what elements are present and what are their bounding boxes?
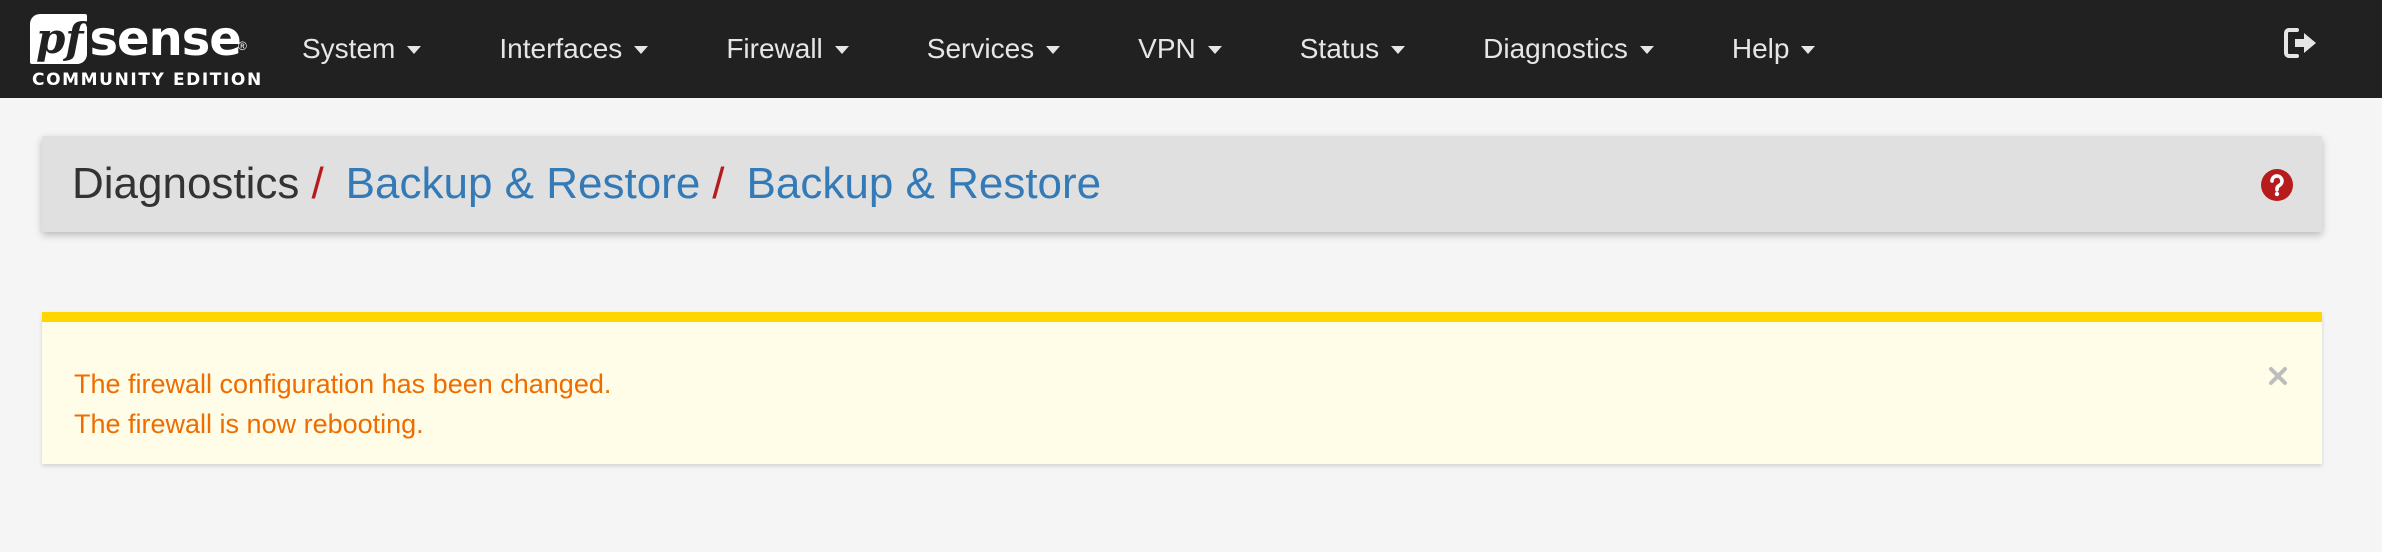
logo-wordmark: pf sense [30,6,242,67]
nav-item-label: Status [1299,33,1380,64]
breadcrumb-separator: / [311,159,324,208]
edition-label: COMMUNITY EDITION [32,70,263,90]
logo-sense: sense [89,11,241,67]
breadcrumb: Diagnostics / Backup & Restore / Backup … [72,136,1101,232]
logo-pf: pf [30,14,88,64]
nav-item-label: System [302,33,396,64]
page-header-panel: Diagnostics / Backup & Restore / Backup … [42,136,2322,232]
breadcrumb-link-backup-restore[interactable]: Backup & Restore [346,159,701,209]
nav-item-label: Interfaces [499,33,623,64]
alert-line: The firewall is now rebooting. [74,409,424,439]
caret-down-icon [1639,46,1654,54]
warning-alert: The firewall configuration has been chan… [42,312,2322,464]
nav-item-diagnostics[interactable]: Diagnostics [1483,33,1654,65]
caret-down-icon [407,46,422,54]
nav-item-system[interactable]: System [302,33,422,65]
alert-close-button[interactable] [2266,364,2290,388]
question-circle-icon [2261,169,2293,201]
nav-item-interfaces[interactable]: Interfaces [499,33,649,65]
alert-line: The firewall configuration has been chan… [74,369,612,399]
logout-button[interactable] [2284,27,2318,59]
caret-down-icon [1801,46,1816,54]
nav-item-status[interactable]: Status [1299,33,1406,65]
nav-item-services[interactable]: Services [926,33,1061,65]
top-navbar: pf sense ® COMMUNITY EDITION System Inte… [0,0,2382,98]
breadcrumb-root: Diagnostics [72,159,300,208]
help-button[interactable] [2260,168,2294,202]
nav-item-label: VPN [1138,33,1196,64]
nav-item-help[interactable]: Help [1732,33,1816,65]
nav-item-label: Services [926,33,1035,64]
nav-item-vpn[interactable]: VPN [1138,33,1222,65]
caret-down-icon [834,46,849,54]
breadcrumb-link-backup-restore-tab[interactable]: Backup & Restore [747,159,1102,209]
main-menu: System Interfaces Firewall Services VPN … [302,0,1816,98]
breadcrumb-separator: / [712,159,725,208]
caret-down-icon [1207,46,1222,54]
caret-down-icon [634,46,649,54]
nav-item-label: Diagnostics [1483,33,1628,64]
nav-item-label: Firewall [726,33,823,64]
alert-message: The firewall configuration has been chan… [74,364,611,444]
nav-item-firewall[interactable]: Firewall [726,33,849,65]
caret-down-icon [1391,46,1406,54]
sign-out-icon [2284,28,2316,58]
registered-mark: ® [238,39,247,53]
caret-down-icon [1046,46,1061,54]
close-icon [2269,367,2287,385]
nav-item-label: Help [1731,33,1790,64]
pfsense-logo[interactable]: pf sense ® COMMUNITY EDITION [30,6,261,92]
